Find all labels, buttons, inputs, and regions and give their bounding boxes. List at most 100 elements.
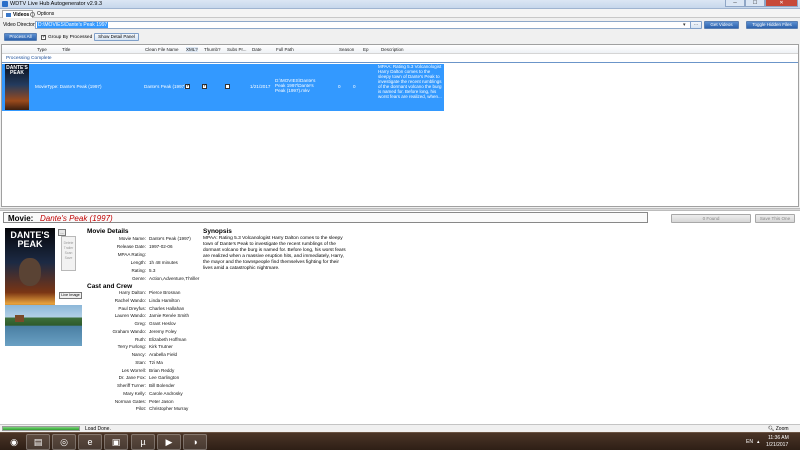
column-header-type[interactable]: Type [37,47,47,52]
options-icon [30,11,35,17]
show-detail-panel-button[interactable]: Show Detail Panel [94,33,139,41]
movie-label: Movie: [8,214,34,223]
poster-face [19,258,41,286]
toolbar: Process All Group By Processed Show Deta… [0,32,800,43]
get-videos-button[interactable]: Get Videos [704,21,739,29]
detail-value: Dante's Peak (1997) [149,236,191,241]
explorer-icon[interactable]: ▤ [26,434,50,450]
group-row-processing-complete[interactable]: Processing Complete [2,55,798,63]
column-header-subs[interactable]: Subs Pr... [227,47,247,52]
cell-thumb-checkbox[interactable] [202,83,207,89]
cell-clean-file-name: Dante's Peak (1997) [144,84,186,89]
browse-button[interactable]: ··· [690,21,702,29]
minimize-button[interactable]: ─ [725,0,745,7]
chevron-down-icon[interactable]: ▾ [683,22,686,28]
maximize-button[interactable]: ☐ [745,0,765,7]
internet-explorer-icon[interactable]: e [78,434,102,450]
change-poster-button[interactable]: ... [58,229,66,236]
cast-actor: Brian Reddy [149,367,175,373]
cast-role: Dr. Jane Fox: [118,375,146,381]
backdrop-image[interactable] [5,305,82,346]
movie-title: Dante's Peak (1997) [40,214,113,223]
cell-description: MPAA: Rating 5.3 Volcanologist Harry Dal… [378,64,442,99]
column-header-season[interactable]: Season [339,47,354,52]
video-grid[interactable]: Type Title Clean File Name XML? Thumb? S… [1,44,799,207]
cast-role: Greg: [134,321,147,326]
title-bar: WDTV Live Hub Autogenerator v2.9.3 ─ ☐ ✕ [0,0,800,9]
column-header-date[interactable]: Date [252,47,262,52]
language-indicator[interactable]: EN [746,439,753,445]
save-this-one-button[interactable]: Save This One [755,214,795,223]
cell-date: 1/21/2017 [250,84,271,89]
autogenerator-icon[interactable]: ▣ [104,434,128,450]
cast-role: Rachel Wando: [114,297,146,303]
movie-header: Movie: Dante's Peak (1997) [3,212,648,223]
toggle-hidden-files-button[interactable]: Toggle Hidden Files [746,21,798,29]
chrome-icon[interactable]: ◎ [52,434,76,450]
cell-subs-checkbox[interactable] [225,84,230,89]
column-header-full-path[interactable]: Full Path [276,47,294,52]
cell-title: MovieType: Dante's Peak (1997) [35,84,102,89]
found-button[interactable]: 0 Found [671,214,751,223]
cast-actor: Jeremy Foley [149,328,177,334]
cast-role: Harry Dalton: [118,290,146,295]
cast-role: Stan: [135,359,146,365]
cast-actor: Elizabeth Hoffman [149,336,187,342]
cast-role: Paul Dreyfus: [118,305,146,311]
row-poster-thumbnail: DANTE'S PEAK [5,64,29,110]
column-header-ep[interactable]: Ep [363,47,369,52]
media-player-icon[interactable]: ▶ [157,434,181,450]
detail-label: Release Date: [116,244,146,249]
live-image-button[interactable]: Live Image [59,292,82,299]
tray-arrow-icon[interactable]: ▴ [757,439,760,445]
column-header-clean-file-name[interactable]: Clean File Name [145,47,179,52]
movie-poster[interactable]: DANTE'S PEAK [5,228,55,314]
backdrop-house [15,315,24,322]
settings-app-icon[interactable]: ◑ [183,434,207,450]
detail-label: MPAA Rating: [117,252,146,257]
column-header-thumb[interactable]: Thumb? [204,47,221,52]
cast-actor: Pierce Brosnan [149,290,181,295]
tab-options[interactable]: Options [27,10,57,18]
cast-actor: Carole Androsky [149,390,183,396]
cell-full-path: D:\MOVIES\Dante's Peak 1997\Dante's Peak… [275,78,316,93]
column-header-description[interactable]: Description [381,47,404,52]
column-header-title[interactable]: Title [62,47,70,52]
cast-actor: Christopher Murray [149,406,189,412]
utorrent-icon[interactable]: µ [131,434,155,450]
cell-xml-checkbox[interactable] [185,83,190,89]
close-button[interactable]: ✕ [765,0,798,7]
video-directory-combobox[interactable]: D:\MOVIES\Dante's Peak 1997 [35,21,691,29]
column-header-xml[interactable]: XML? [186,47,198,52]
group-label: Processing Complete [6,56,52,61]
start-orb-icon[interactable]: ◉ [2,434,26,450]
cast-actor: Grant Heslov [149,321,176,326]
scrape-panel[interactable]: Delete Trailer Scan Save [61,236,76,271]
cast-actor: Lee Garlington [149,375,180,381]
process-all-button[interactable]: Process All [4,33,37,41]
video-directory-label: Video Directory [3,22,38,28]
group-by-processed-label: Group By Processed [48,35,93,40]
cast-actor: Charles Hallahan [149,305,185,311]
clock-time[interactable]: 11:36 AM [768,435,789,441]
cast-actor: Arabella Field [149,352,178,357]
cast-role: Nancy: [131,352,146,357]
cast-actor: Linda Hamilton [149,297,180,303]
directory-row: Video Directory D:\MOVIES\Dante's Peak 1… [0,19,800,31]
group-by-processed-checkbox[interactable] [41,34,46,40]
cast-actor: Bill Bolender [149,383,175,388]
movie-poster-title: DANTE'S PEAK [10,230,50,249]
synopsis-heading: Synopsis [203,228,232,235]
table-row[interactable]: DANTE'S PEAK MovieType: Dante's Peak (19… [2,64,444,111]
cast-actor: Kirk Trutner [149,344,173,350]
cast-role: Pilot: [135,406,146,412]
cast-role: Norman Gates: [114,398,146,404]
cell-season: 0 [338,84,341,89]
status-bar: Load Done. 🔍︎ Zoom [0,424,800,432]
progress-bar [2,426,80,431]
movie-details-heading: Movie Details [87,228,129,235]
window-title: WDTV Live Hub Autogenerator v2.9.3 [10,1,103,7]
cast-and-crew-heading: Cast and Crew [87,283,133,290]
cast-role: Terry Furlong: [117,344,146,350]
clock-date[interactable]: 1/21/2017 [766,442,788,448]
